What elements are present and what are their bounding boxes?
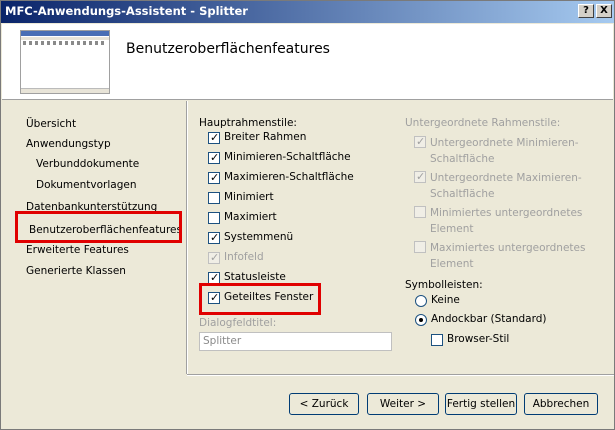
close-button[interactable]: X [596, 4, 612, 18]
help-button[interactable]: ? [578, 4, 594, 18]
nav-item-dokumentvorlagen[interactable]: Dokumentvorlagen [36, 179, 136, 191]
cancel-button[interactable]: Abbrechen [524, 393, 598, 415]
checkbox-box[interactable] [208, 151, 220, 164]
vertical-divider [186, 101, 188, 374]
back-button[interactable]: < Zurück [289, 393, 359, 415]
checkbox-box[interactable] [208, 192, 220, 204]
radio-circle[interactable] [415, 314, 427, 326]
finish-button[interactable]: Fertig stellen [445, 393, 517, 415]
nav-item-uebersicht[interactable]: Übersicht [26, 118, 76, 130]
checkbox-box[interactable] [208, 212, 220, 224]
frame-styles-label: Hauptrahmenstile: [199, 117, 297, 129]
radio-circle[interactable] [415, 295, 427, 307]
toolbars-label: Symbolleisten: [405, 279, 483, 291]
horizontal-divider [187, 374, 614, 376]
nav-item-erweiterte-features[interactable]: Erweiterte Features [26, 244, 129, 256]
checkbox-box [414, 241, 426, 253]
title-bar[interactable]: MFC-Anwendungs-Assistent - Splitter ? X [1, 1, 614, 23]
app-preview-image [20, 30, 110, 94]
checkbox-box[interactable] [431, 334, 443, 346]
next-button[interactable]: Weiter > [367, 393, 439, 415]
wizard-window: MFC-Anwendungs-Assistent - Splitter ? X … [0, 0, 615, 430]
checkbox-box [414, 135, 426, 148]
window-title: MFC-Anwendungs-Assistent - Splitter [5, 4, 248, 18]
wizard-header: Benutzeroberflächenfeatures [2, 24, 613, 100]
dialog-title-input[interactable]: Splitter [199, 332, 392, 351]
checkbox-box[interactable] [208, 171, 220, 184]
nav-item-anwendungstyp[interactable]: Anwendungstyp [26, 138, 111, 150]
checkbox-box [208, 251, 220, 264]
highlight-box-checkbox [199, 283, 321, 315]
checkbox-box [414, 206, 426, 218]
checkbox-box[interactable] [208, 231, 220, 244]
page-title: Benutzeroberflächenfeatures [126, 41, 330, 57]
nav-item-verbunddokumente[interactable]: Verbunddokumente [36, 158, 139, 170]
nav-item-generierte-klassen[interactable]: Generierte Klassen [26, 265, 126, 277]
checkbox-box [414, 170, 426, 183]
checkbox-box[interactable] [208, 131, 220, 144]
dialog-title-label: Dialogfeldtitel: [199, 317, 277, 329]
child-styles-label: Untergeordnete Rahmenstile: [405, 117, 561, 129]
highlight-box-nav [15, 211, 182, 243]
